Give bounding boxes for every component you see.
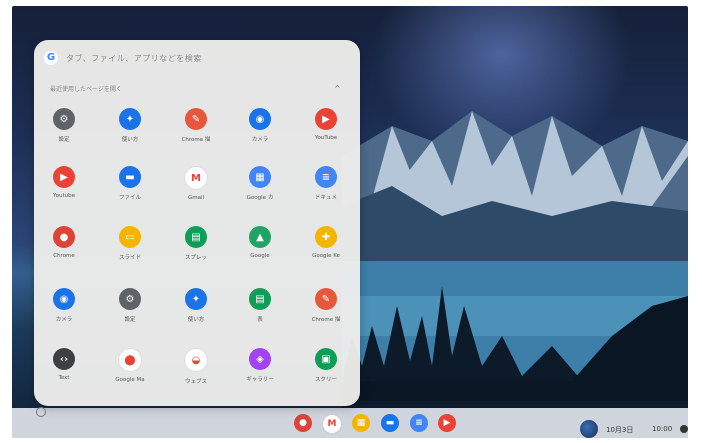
app-label: 使い方 [187, 317, 205, 323]
app-label: 使い方 [121, 137, 139, 143]
launcher-app[interactable]: ◉ カメラ [230, 108, 290, 156]
app-label: Chrome [53, 253, 75, 259]
chrome-icon[interactable]: ● [294, 414, 312, 432]
app-label: ウェブス [184, 379, 207, 385]
youtube-icon[interactable]: ▶ [438, 414, 456, 432]
keep-icon: ✚ [315, 226, 337, 248]
launcher-app[interactable]: ▲ Google [230, 226, 290, 274]
launcher-app[interactable]: ✦ 使い方 [166, 288, 226, 336]
app-label: Gmail [187, 195, 205, 201]
status-time[interactable]: 10:00 [652, 425, 672, 433]
tips-icon: ✦ [119, 108, 141, 130]
app-label: Text [58, 375, 70, 381]
app-label: 表 [257, 317, 263, 323]
slides-icon: ▭ [119, 226, 141, 248]
launcher-app[interactable]: ● Chrome [34, 226, 94, 274]
app-label: Youtube [53, 193, 75, 199]
gmail-icon[interactable]: M [322, 414, 342, 434]
launcher-app[interactable]: ✚ Google Ke [296, 226, 356, 274]
avatar[interactable] [580, 420, 598, 438]
docs-icon: ≡ [315, 166, 337, 188]
app-label: ギャラリー [246, 377, 274, 383]
chevron-up-icon[interactable]: ^ [334, 84, 341, 93]
launcher-app[interactable]: ≡ ドキュメ [296, 166, 356, 214]
recent-section-label: 最近使用したページを開く [50, 86, 122, 93]
launcher-app[interactable]: ⚙ 設定 [34, 108, 94, 156]
sheets-icon: ▤ [185, 226, 207, 248]
launcher-app[interactable]: ▶ YouTube [296, 108, 356, 156]
launcher-app[interactable]: ✎ Chrome 描 [296, 288, 356, 336]
search-input[interactable]: タブ、ファイル、アプリなどを検索 [66, 53, 202, 64]
status-date[interactable]: 10月3日 [606, 425, 633, 435]
launcher-app[interactable]: ‹› Text [34, 348, 94, 396]
app-label: Google カ [246, 195, 274, 201]
launcher-app[interactable]: ◉ カメラ [34, 288, 94, 336]
sheets-icon: ▤ [249, 288, 271, 310]
app-label: Google [250, 253, 270, 259]
screencast-icon: ▣ [315, 348, 337, 370]
webstore-icon: ◒ [184, 348, 208, 372]
app-label: 設定 [124, 317, 136, 323]
launcher-button[interactable] [36, 407, 46, 417]
app-label: Chrome 描 [311, 317, 341, 323]
app-label: ファイル [118, 195, 141, 201]
app-label: Google Ke [312, 253, 340, 259]
launcher-app[interactable]: ▤ 表 [230, 288, 290, 336]
launcher-app[interactable]: ⚙ 設定 [100, 288, 160, 336]
launcher-app[interactable]: ▬ ファイル [100, 166, 160, 214]
folder-icon[interactable]: ▬ [381, 414, 399, 432]
docs-icon[interactable]: ≡ [410, 414, 428, 432]
gmail-icon: M [184, 166, 208, 190]
app-label: カメラ [251, 137, 269, 143]
calendar-icon: ▦ [249, 166, 271, 188]
app-label: Chrome 描 [181, 137, 211, 143]
drive-icon: ▲ [249, 226, 271, 248]
launcher-search-bar[interactable]: G タブ、ファイル、アプリなどを検索 [44, 48, 202, 68]
launcher-app[interactable]: ✎ Chrome 描 [166, 108, 226, 156]
launcher-app[interactable]: ▣ スクリー [296, 348, 356, 396]
app-label: スクリー [314, 377, 337, 383]
maps-icon: ⬤ [118, 348, 142, 372]
launcher-app[interactable]: M Gmail [166, 166, 226, 214]
app-launcher: G タブ、ファイル、アプリなどを検索 最近使用したページを開く ^ ⚙ 設定 ✦ 使い… [34, 40, 360, 406]
youtube-icon: ▶ [53, 166, 75, 188]
tips-icon: ✦ [185, 288, 207, 310]
launcher-app[interactable]: ▶ Youtube [34, 166, 94, 214]
palette-icon: ✎ [185, 108, 207, 130]
app-label: カメラ [55, 317, 73, 323]
launcher-app[interactable]: ▭ スライド [100, 226, 160, 274]
gear-icon: ⚙ [119, 288, 141, 310]
app-label: ドキュメ [314, 195, 337, 201]
chrome-icon: ● [53, 226, 75, 248]
palette-icon: ✎ [315, 288, 337, 310]
youtube-icon: ▶ [315, 108, 337, 130]
app-label: YouTube [314, 135, 338, 141]
status-tray-icon[interactable] [680, 425, 688, 433]
launcher-app[interactable]: ⬤ Google Ma [100, 348, 160, 396]
app-label: スライド [118, 255, 141, 261]
camera-icon: ◉ [249, 108, 271, 130]
google-g-icon: G [44, 51, 58, 65]
launcher-app[interactable]: ▤ スプレッ [166, 226, 226, 274]
launcher-app[interactable]: ◈ ギャラリー [230, 348, 290, 396]
text-icon: ‹› [53, 348, 75, 370]
gallery-icon: ◈ [249, 348, 271, 370]
gear-icon: ⚙ [53, 108, 75, 130]
calendar-icon[interactable]: ▦ [352, 414, 370, 432]
launcher-app[interactable]: ▦ Google カ [230, 166, 290, 214]
app-label: スプレッ [184, 255, 207, 261]
launcher-app[interactable]: ◒ ウェブス [166, 348, 226, 396]
camera-icon: ◉ [53, 288, 75, 310]
app-label: Google Ma [115, 377, 145, 383]
folder-icon: ▬ [119, 166, 141, 188]
launcher-app[interactable]: ✦ 使い方 [100, 108, 160, 156]
app-label: 設定 [58, 137, 70, 143]
